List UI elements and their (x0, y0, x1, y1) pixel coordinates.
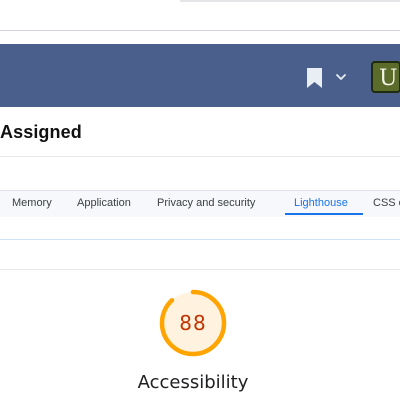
tab-css-overview[interactable]: CSS o (373, 197, 400, 209)
lighthouse-score: 88 (179, 311, 207, 335)
tab-memory[interactable]: Memory (12, 197, 52, 209)
tab-application[interactable]: Application (77, 197, 131, 209)
divider (0, 269, 400, 270)
lighthouse-toolbar (0, 217, 400, 240)
category-title: Accessibility (137, 372, 249, 393)
tab-lighthouse[interactable]: Lighthouse (294, 197, 348, 209)
address-bar[interactable] (0, 0, 400, 31)
chevron-down-icon (336, 74, 346, 80)
issue-title: Assigned (0, 122, 82, 142)
bookmark-button[interactable] (302, 67, 348, 89)
tab-privacy-and-security[interactable]: Privacy and security (157, 197, 255, 209)
devtools-tab-bar: Memory Application Privacy and security … (0, 190, 400, 218)
bookmark-icon (307, 68, 322, 88)
divider (0, 156, 400, 157)
user-avatar[interactable]: U (371, 61, 400, 93)
active-tab-indicator (285, 213, 363, 215)
address-bar-edge (180, 0, 400, 2)
